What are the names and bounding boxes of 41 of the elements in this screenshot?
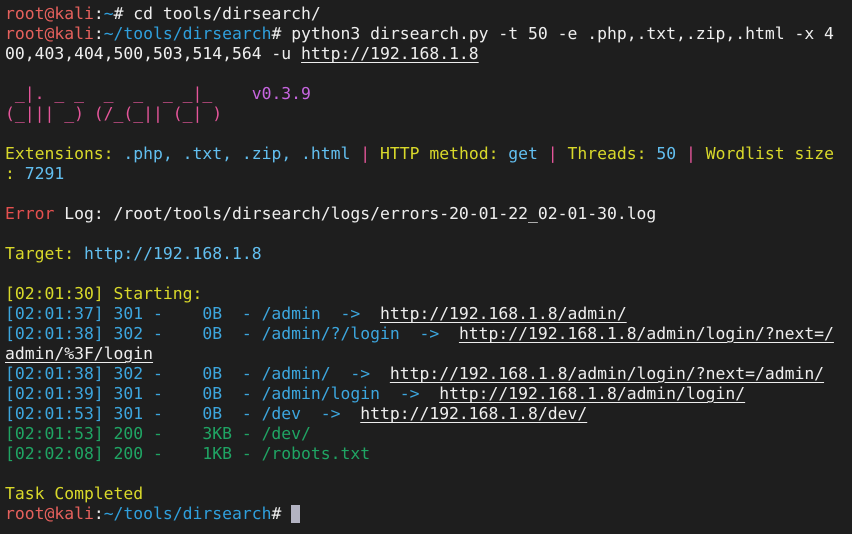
info-value: 50 bbox=[655, 144, 676, 164]
ascii-logo: (_||| _) (/_(_|| (_| ) bbox=[5, 104, 222, 124]
info-value: 7291 bbox=[24, 164, 64, 184]
info-label: Threads: bbox=[568, 144, 646, 164]
prompt-user: root@kali bbox=[5, 504, 94, 524]
redirect-entry: [02:01:38] 302 - 0B - /admin/?/login -> bbox=[5, 324, 440, 344]
info-value: .php, .txt, .zip, .html bbox=[122, 144, 350, 164]
info-label: Extensions: bbox=[5, 144, 114, 164]
prompt-user: root@kali bbox=[5, 4, 94, 24]
command-text: # bbox=[271, 504, 282, 524]
info-label: Target: bbox=[5, 244, 74, 264]
prompt-path: ~/tools/dirsearch bbox=[104, 504, 272, 524]
prompt-path: ~/tools/dirsearch bbox=[104, 24, 272, 44]
info-value: get bbox=[507, 144, 538, 164]
found-entry: [02:01:53] 200 - 3KB - /dev/ bbox=[5, 424, 311, 444]
error-label: Error bbox=[5, 204, 54, 224]
info-label: Wordlist size bbox=[706, 144, 834, 164]
info-label: : bbox=[5, 164, 16, 184]
command-text: Log: /root/tools/dirsearch/logs/errors-20-01-22_02-01-30.log bbox=[63, 204, 656, 224]
redirect-entry: [02:01:39] 301 - 0B - /admin/login -> bbox=[5, 384, 420, 404]
redirect-entry: [02:01:53] 301 - 0B - /dev -> bbox=[5, 404, 342, 424]
prompt-text: : bbox=[94, 4, 104, 24]
info-value: http://192.168.1.8 bbox=[82, 244, 262, 264]
command-text: 00,403,404,500,503,514,564 -u bbox=[5, 44, 292, 64]
command-text: # python3 dirsearch.py -t 50 -e .php,.txt,.zip,.html -x 4 bbox=[271, 24, 834, 44]
prompt-user: root@kali bbox=[5, 24, 94, 44]
found-entry: [02:02:08] 200 - 1KB - /robots.txt bbox=[5, 444, 370, 464]
redirect-entry: [02:01:37] 301 - 0B - /admin -> bbox=[5, 304, 362, 324]
prompt-text: : bbox=[94, 504, 104, 524]
separator-text: | bbox=[546, 144, 559, 164]
separator-text: | bbox=[359, 144, 372, 164]
redirect-entry: [02:01:38] 302 - 0B - /admin/ -> bbox=[5, 364, 372, 384]
version-label: v0.3.9 bbox=[252, 84, 311, 104]
command-text: # cd tools/dirsearch/ bbox=[114, 4, 321, 24]
info-label: HTTP method: bbox=[380, 144, 498, 164]
info-label: [02:01:30] Starting: bbox=[5, 284, 202, 304]
prompt-text: : bbox=[94, 24, 104, 44]
info-label: Task Completed bbox=[5, 484, 144, 504]
prompt-path: ~ bbox=[104, 4, 114, 24]
ascii-logo: _|. _ _ _ _ _ _|_ bbox=[14, 84, 212, 104]
separator-text: | bbox=[684, 144, 697, 164]
